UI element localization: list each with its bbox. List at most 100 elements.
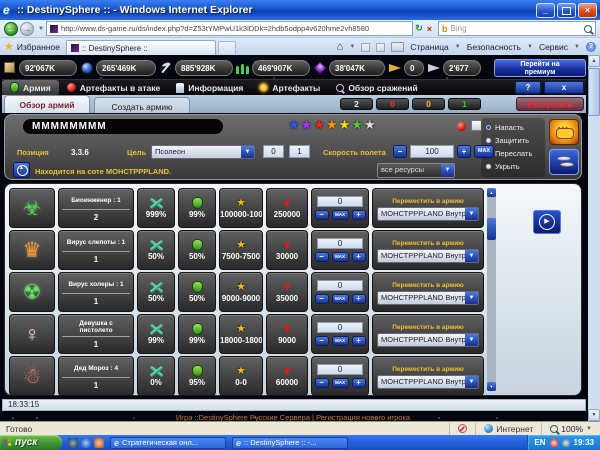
zoom-segment[interactable]: 100% ▼: [541, 423, 600, 435]
favorites-label[interactable]: Избранное: [17, 42, 60, 52]
speed-plus-button[interactable]: +: [457, 145, 471, 158]
browser-tab[interactable]: :: DestinySphere ::: [66, 40, 216, 55]
amount-max-button[interactable]: MAX: [332, 378, 349, 388]
energy-icon: [312, 60, 327, 75]
resources-button[interactable]: [549, 149, 579, 175]
recall-button[interactable]: [13, 162, 30, 178]
amount-max-button[interactable]: MAX: [332, 252, 349, 262]
amount-input[interactable]: 0: [317, 196, 363, 207]
tray-icon[interactable]: [550, 439, 558, 447]
help-icon[interactable]: ?: [586, 42, 596, 52]
page-scroll-thumb[interactable]: [588, 68, 600, 116]
amount-minus-button[interactable]: −: [315, 294, 329, 304]
url-text: http://www.ds-game.ru/ds/index.php?d=Z53…: [61, 24, 369, 33]
transfer-dropdown[interactable]: МОНСТРРРLAND Внутре▼: [377, 375, 479, 389]
url-field[interactable]: http://www.ds-game.ru/ds/index.php?d=Z53…: [46, 21, 413, 36]
search-icon[interactable]: [584, 25, 592, 33]
history-dropdown-icon[interactable]: ▼: [38, 26, 44, 32]
feeds-icon[interactable]: [361, 43, 370, 52]
new-tab-button[interactable]: [218, 41, 236, 55]
amount-plus-button[interactable]: +: [352, 210, 366, 220]
stop-button[interactable]: ×: [427, 24, 432, 34]
amount-plus-button[interactable]: +: [352, 252, 366, 262]
march-button[interactable]: [549, 119, 579, 145]
home-dropdown-icon[interactable]: ▼: [349, 44, 355, 50]
amount-minus-button[interactable]: −: [315, 378, 329, 388]
quick-launch-icon[interactable]: [94, 438, 104, 448]
forward-button[interactable]: →: [20, 22, 34, 36]
language-indicator[interactable]: EN: [534, 438, 545, 447]
game-help-button[interactable]: ?: [515, 81, 541, 94]
transfer-dropdown[interactable]: МОНСТРРРLAND Внутре▼: [377, 249, 479, 263]
quick-launch-ie-icon[interactable]: [81, 438, 91, 448]
amount-minus-button[interactable]: −: [315, 336, 329, 346]
scroll-up-button[interactable]: ▲: [487, 188, 496, 197]
zoom-caret-icon[interactable]: ▼: [586, 426, 592, 432]
radio-hide[interactable]: Укрыть: [485, 160, 545, 173]
nav-artifacts-attack[interactable]: Артефакты в атаке: [59, 80, 169, 96]
transfer-dropdown[interactable]: МОНСТРРРLAND Внутре▼: [377, 291, 479, 305]
start-button[interactable]: пуск: [0, 435, 62, 450]
crystal-amount: 265'469K: [96, 60, 156, 76]
speed-field[interactable]: 100: [410, 145, 454, 158]
transfer-dropdown[interactable]: МОНСТРРРLAND Внутре▼: [377, 207, 479, 221]
radio-defend[interactable]: Защитить: [485, 134, 545, 147]
amount-max-button[interactable]: MAX: [332, 210, 349, 220]
param-box-1[interactable]: 0: [263, 145, 284, 158]
nav-artifacts[interactable]: Артефакты: [251, 80, 328, 96]
home-icon[interactable]: ⌂: [337, 41, 344, 53]
amount-input[interactable]: 0: [317, 238, 363, 249]
menu-page[interactable]: Страница: [410, 42, 449, 52]
param-box-2[interactable]: 1: [289, 145, 310, 158]
amount-plus-button[interactable]: +: [352, 294, 366, 304]
game-footer-links[interactable]: Игра ::DestinySphere Русские Сервера | Р…: [0, 413, 586, 421]
amount-input[interactable]: 0: [317, 364, 363, 375]
amount-input[interactable]: 0: [317, 280, 363, 291]
send-army-button[interactable]: ▶: [533, 210, 561, 234]
target-dropdown[interactable]: Псолеон ▼: [151, 145, 255, 159]
amount-plus-button[interactable]: +: [352, 336, 366, 346]
resources-filter-dropdown[interactable]: все ресурсы ▼: [377, 163, 455, 178]
radio-attack[interactable]: Напасть: [485, 121, 545, 134]
menu-tools[interactable]: Сервис: [539, 42, 568, 52]
page-scroll-down[interactable]: ▼: [588, 409, 600, 421]
favorites-star-icon[interactable]: ★: [4, 40, 14, 53]
back-button[interactable]: ←: [4, 22, 18, 36]
scroll-down-button[interactable]: ▼: [487, 382, 496, 391]
search-box[interactable]: b Bing: [438, 21, 596, 36]
speed-max-button[interactable]: MAX: [474, 145, 494, 158]
page-scrollbar[interactable]: ▲ ▼: [588, 55, 600, 421]
nav-battles[interactable]: Обзор сражений: [328, 80, 425, 96]
tab-create-army[interactable]: Создать армию: [94, 97, 190, 113]
quick-launch-icon[interactable]: [68, 438, 78, 448]
taskbar-task-2[interactable]: e :: DestinySphere :: -...: [232, 437, 348, 449]
nav-info[interactable]: Информация: [168, 80, 251, 96]
amount-max-button[interactable]: MAX: [332, 294, 349, 304]
amount-minus-button[interactable]: −: [315, 252, 329, 262]
refresh-button[interactable]: ↻: [415, 23, 423, 34]
silver-falcon-icon: [426, 60, 441, 75]
radio-forward[interactable]: Переслать: [485, 147, 545, 160]
scroll-thumb[interactable]: [487, 218, 496, 240]
disband-button[interactable]: Распустить: [516, 97, 584, 111]
unit-list-scrollbar[interactable]: ▲ ▼: [487, 188, 496, 391]
maximize-button[interactable]: [557, 3, 576, 18]
amount-plus-button[interactable]: +: [352, 378, 366, 388]
speed-minus-button[interactable]: −: [393, 145, 407, 158]
amount-max-button[interactable]: MAX: [332, 336, 349, 346]
game-close-button[interactable]: x: [544, 81, 584, 94]
print-icon[interactable]: [391, 42, 404, 52]
tray-icon[interactable]: [562, 439, 570, 447]
amount-input[interactable]: 0: [317, 322, 363, 333]
minimize-button[interactable]: _: [536, 3, 555, 18]
taskbar-task-1[interactable]: e Стратегическая онл...: [110, 437, 226, 449]
close-button[interactable]: ×: [578, 3, 597, 18]
transfer-dropdown[interactable]: МОНСТРРРLAND Внутре▼: [377, 333, 479, 347]
premium-button[interactable]: Перейти на премиум: [494, 59, 586, 77]
mail-icon[interactable]: [376, 43, 385, 52]
amount-minus-button[interactable]: −: [315, 210, 329, 220]
nav-army[interactable]: Армия: [2, 80, 59, 96]
tab-army-overview[interactable]: Обзор армий: [4, 95, 90, 113]
page-scroll-up[interactable]: ▲: [588, 55, 600, 67]
menu-safety[interactable]: Безопасность: [467, 42, 521, 52]
